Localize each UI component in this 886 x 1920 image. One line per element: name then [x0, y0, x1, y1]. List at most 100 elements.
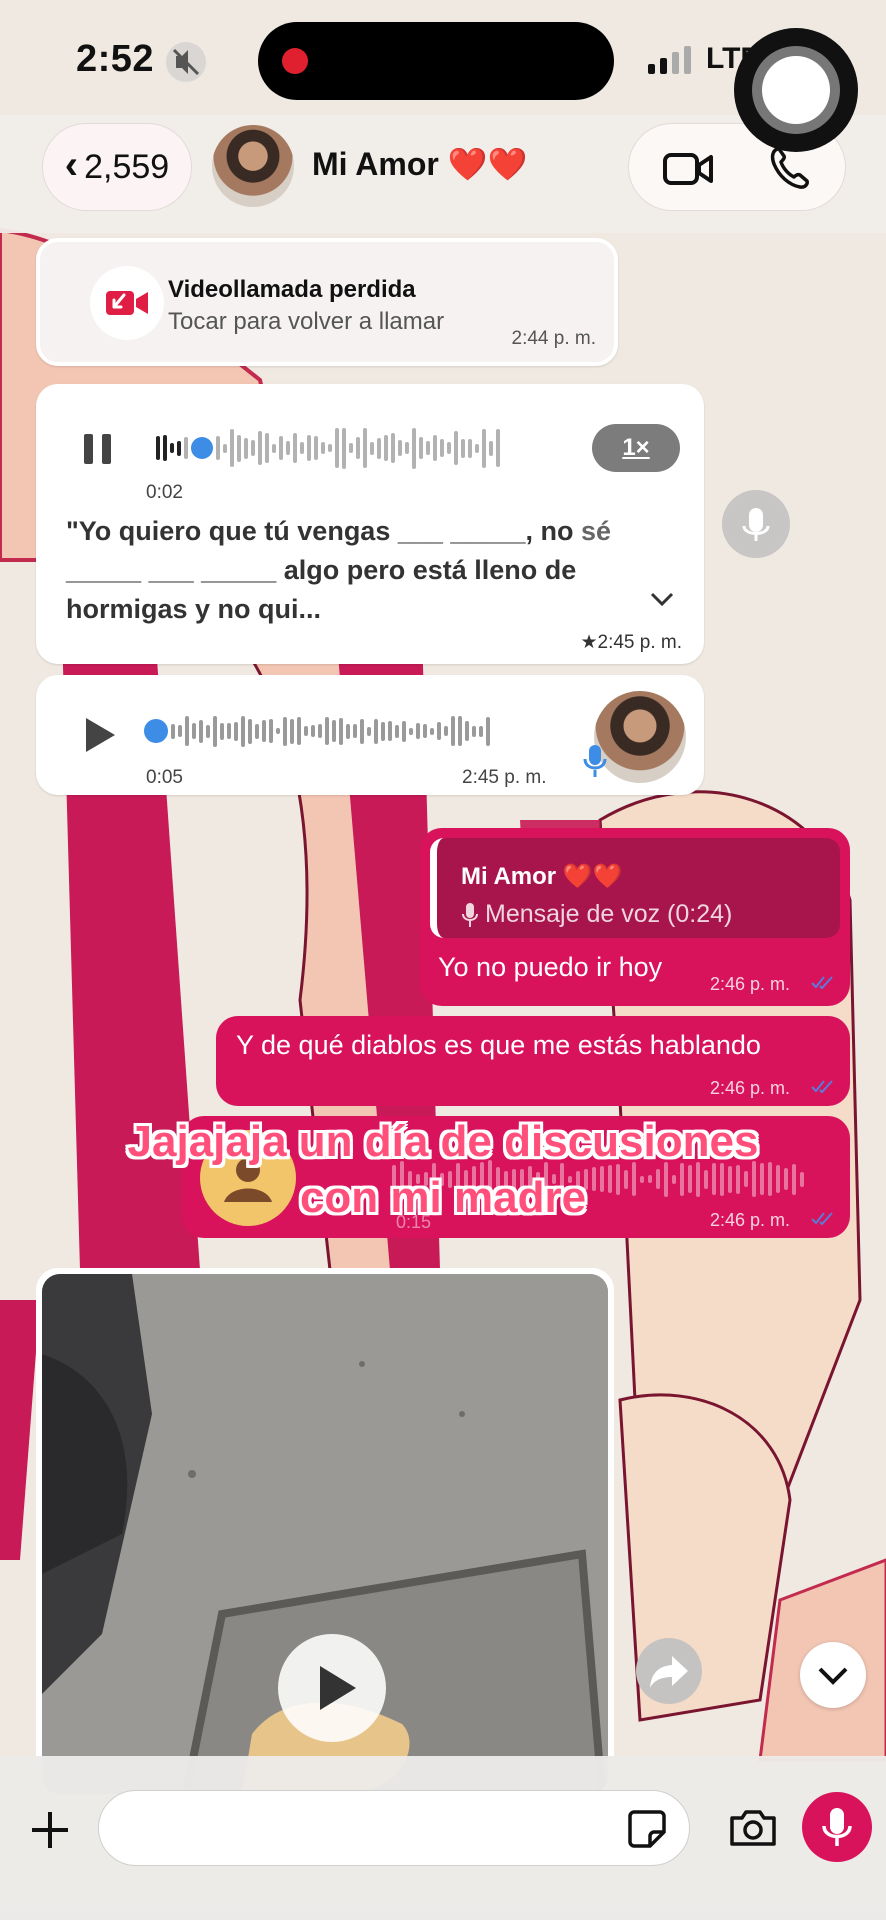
waveform-bar — [475, 443, 479, 453]
message-timestamp: 2:46 p. m. — [710, 1078, 791, 1098]
quoted-text: Mensaje de voz (0:24) — [485, 900, 733, 928]
transcribe-mic-button[interactable] — [722, 490, 790, 558]
waveform-bar — [279, 436, 283, 460]
message-input[interactable] — [98, 1790, 690, 1866]
waveform-bar — [163, 435, 167, 461]
waveform-bar — [251, 440, 255, 456]
playback-speed-button[interactable]: 1× — [592, 424, 680, 472]
back-button[interactable]: ‹ 2,559 — [42, 123, 192, 211]
message-timestamp: ★2:45 p. m. — [580, 632, 682, 653]
outgoing-message-bubble[interactable]: Mi Amor ❤️❤️ Mensaje de voz (0:24) Yo no… — [420, 828, 850, 1006]
waveform-bar — [244, 437, 248, 459]
caption-line: con mi madre — [299, 1173, 587, 1222]
waveform-bar — [370, 441, 374, 455]
playhead-handle[interactable] — [144, 719, 168, 743]
video-thumbnail[interactable] — [42, 1274, 608, 1794]
waveform-bar — [461, 438, 465, 458]
waveform-bar — [468, 438, 472, 458]
screen-record-button[interactable] — [734, 28, 858, 152]
waveform-bar — [314, 436, 318, 460]
camera-icon[interactable] — [728, 1808, 778, 1853]
scroll-to-bottom-button[interactable] — [800, 1642, 866, 1708]
plus-icon[interactable] — [28, 1808, 72, 1857]
waveform-bar — [255, 723, 259, 739]
waveform-bar — [286, 441, 290, 455]
waveform-bar — [272, 443, 276, 453]
composer-bar — [0, 1756, 886, 1920]
forward-button[interactable] — [636, 1638, 702, 1704]
unread-count: 2,559 — [84, 147, 170, 186]
sticker-icon[interactable] — [626, 1808, 668, 1855]
waveform-bar — [321, 442, 325, 454]
waveform-bar — [258, 431, 262, 465]
waveform-bar — [293, 433, 297, 463]
waveform-bar — [199, 719, 203, 743]
waveform-bar — [426, 441, 430, 455]
missed-call-subtitle: Tocar para volver a llamar — [168, 308, 445, 335]
waveform-bar — [276, 728, 280, 734]
video-message-bubble[interactable] — [36, 1268, 614, 1794]
waveform-bar — [192, 723, 196, 739]
waveform-bar — [363, 428, 367, 468]
transcript-text: "Yo quiero que tú vengas ___ _____, no — [66, 516, 581, 546]
voice-waveform[interactable] — [144, 711, 490, 751]
message-text: Y de qué diablos es que me estás habland… — [236, 1030, 761, 1060]
waveform-bar — [430, 727, 434, 735]
phone-call-icon[interactable] — [769, 146, 809, 195]
waveform-bar — [405, 442, 409, 454]
waveform-bar — [170, 443, 174, 453]
waveform-bar — [346, 723, 350, 739]
chevron-left-icon: ‹ — [64, 142, 79, 187]
silent-mode-icon — [166, 42, 206, 82]
waveform-bar — [486, 716, 490, 746]
playhead-handle[interactable] — [191, 437, 213, 459]
chevron-down-icon[interactable] — [648, 590, 676, 613]
missed-video-call-bubble[interactable]: Videollamada perdida Tocar para volver a… — [36, 238, 618, 366]
status-time: 2:52 — [76, 38, 155, 80]
waveform-bar — [265, 433, 269, 463]
waveform-bar — [177, 440, 181, 456]
waveform-bar — [328, 444, 332, 452]
waveform-bar — [300, 442, 304, 454]
waveform-bar — [395, 724, 399, 738]
voice-note-bubble: 0:05 2:45 p. m. — [36, 675, 704, 795]
waveform-bar — [297, 717, 301, 745]
waveform-bar — [402, 720, 406, 742]
video-call-icon[interactable] — [663, 152, 713, 191]
contact-name[interactable]: Mi Amor ❤️❤️ — [312, 145, 527, 183]
play-icon[interactable] — [82, 715, 118, 760]
waveform-bar — [409, 727, 413, 735]
waveform-bar — [241, 715, 245, 747]
waveform-bar — [451, 716, 455, 746]
transcript-text-muted: sé — [580, 516, 612, 546]
waveform-bar — [230, 429, 234, 467]
voice-waveform[interactable] — [156, 424, 500, 472]
transcript-text-rest: _____ ___ _____ algo pero está lleno de … — [66, 555, 577, 624]
waveform-bar — [311, 725, 315, 737]
video-play-button[interactable] — [278, 1634, 386, 1742]
read-receipt-icon — [811, 976, 833, 990]
pause-icon[interactable] — [82, 432, 114, 471]
message-text: Yo no puedo ir hoy — [438, 952, 663, 982]
waveform-bar — [437, 722, 441, 740]
waveform-bar — [356, 437, 360, 459]
waveform-bar — [339, 717, 343, 745]
waveform-bar — [388, 721, 392, 741]
message-timestamp: 2:44 p. m. — [511, 328, 597, 349]
waveform-bar — [482, 428, 486, 468]
read-receipt-icon — [811, 1080, 833, 1094]
waveform-bar — [353, 724, 357, 738]
quoted-voice-label: Mensaje de voz (0:24) — [461, 900, 732, 929]
waveform-bar — [269, 719, 273, 743]
waveform-bar — [307, 435, 311, 461]
waveform-bar — [342, 427, 346, 469]
waveform-bar — [237, 434, 241, 462]
record-voice-button[interactable] — [802, 1792, 872, 1862]
waveform-bar — [262, 720, 266, 742]
waveform-bar — [325, 717, 329, 745]
waveform-bar — [185, 716, 189, 746]
outgoing-message-bubble[interactable]: Y de qué diablos es que me estás habland… — [216, 1016, 850, 1106]
waveform-bar — [283, 716, 287, 746]
quoted-message[interactable]: Mi Amor ❤️❤️ Mensaje de voz (0:24) — [430, 838, 840, 938]
contact-avatar[interactable] — [212, 125, 294, 207]
